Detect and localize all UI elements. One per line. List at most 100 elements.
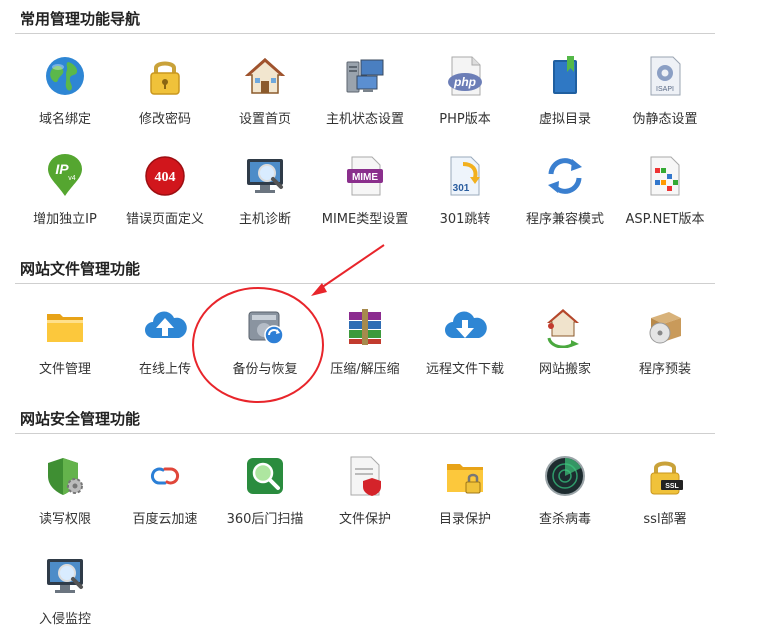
nav-item-online-upload[interactable]: 在线上传 (115, 296, 215, 386)
nav-item-backup-restore[interactable]: 备份与恢复 (215, 296, 315, 386)
padlock-icon (150, 61, 180, 95)
nav-item-preinstall[interactable]: 程序预装 (615, 296, 715, 386)
house-move-icon (547, 309, 579, 348)
scan-magnifier-icon (247, 458, 283, 494)
nav-item-aspnet-version[interactable]: ASP.NET版本 (615, 146, 715, 236)
nav-item-php-version[interactable]: php PHP版本 (415, 46, 515, 136)
archive-books-icon (349, 309, 381, 345)
nav-item-label: 网站搬家 (538, 362, 591, 377)
nav-item-site-move[interactable]: 网站搬家 (515, 296, 615, 386)
section-title-files: 网站文件管理功能 (20, 260, 141, 278)
nav-item-mime-types[interactable]: MIME MIME类型设置 (315, 146, 415, 236)
section-divider (15, 283, 715, 284)
nav-item-label: 设置首页 (238, 112, 291, 127)
nav-item-file-manager[interactable]: 文件管理 (15, 296, 115, 386)
aspnet-file-icon (650, 156, 680, 196)
monitor-magnifier-icon (247, 159, 283, 193)
shield-gear-icon (48, 458, 83, 495)
nav-item-file-protection[interactable]: 文件保护 (315, 446, 415, 536)
nav-item-label: 查杀病毒 (538, 512, 591, 527)
svg-text:301: 301 (453, 183, 470, 194)
svg-text:IP: IP (55, 161, 69, 177)
cloud-upload-icon (145, 311, 187, 338)
nav-item-label: 伪静态设置 (632, 112, 698, 127)
svg-text:ISAPI: ISAPI (656, 86, 674, 93)
nav-item-label: 备份与恢复 (232, 362, 298, 377)
globe-icon (46, 57, 84, 95)
redirect-301-icon: 301 (450, 156, 480, 196)
svg-text:MIME: MIME (352, 172, 378, 183)
nav-item-domain-binding[interactable]: 域名绑定 (15, 46, 115, 136)
folder-lock-icon (447, 464, 483, 494)
annotation-arrow-head (311, 283, 327, 296)
ssl-lock-icon: SSL (650, 461, 683, 495)
bookmark-book-icon (553, 56, 577, 94)
virus-radar-icon (545, 456, 585, 496)
nav-item-label: 主机诊断 (238, 212, 291, 227)
nav-item-label: 程序预装 (638, 362, 691, 377)
backup-drive-icon (248, 311, 284, 345)
nav-item-virus-scan[interactable]: 查杀病毒 (515, 446, 615, 536)
nav-item-remote-download[interactable]: 远程文件下载 (415, 296, 515, 386)
file-shield-icon (350, 456, 381, 496)
nav-item-label: 360后门扫描 (226, 512, 304, 527)
nav-item-compat-mode[interactable]: 程序兼容模式 (515, 146, 615, 236)
nav-item-label: 域名绑定 (38, 112, 91, 127)
nav-item-label: 远程文件下载 (425, 362, 504, 377)
nav-item-label: ASP.NET版本 (625, 212, 705, 227)
refresh-arrows-icon (548, 158, 582, 194)
nav-item-rw-permissions[interactable]: 读写权限 (15, 446, 115, 536)
nav-item-label: 读写权限 (38, 512, 91, 527)
svg-text:v4: v4 (68, 175, 76, 182)
nav-item-label: 错误页面定义 (125, 212, 204, 227)
nav-item-rewrite-settings[interactable]: ISAPI 伪静态设置 (615, 46, 715, 136)
section-divider (15, 33, 715, 34)
nav-item-label: MIME类型设置 (321, 212, 409, 227)
nav-item-baidu-cdn[interactable]: 百度云加速 (115, 446, 215, 536)
nav-item-compress[interactable]: 压缩/解压缩 (315, 296, 415, 386)
nav-item-host-status[interactable]: 主机状态设置 (315, 46, 415, 136)
nav-item-label: 文件管理 (38, 362, 91, 377)
svg-text:404: 404 (155, 170, 176, 185)
nav-item-intrusion-monitor[interactable]: 入侵监控 (15, 546, 115, 636)
section-title-common: 常用管理功能导航 (20, 10, 141, 28)
section-divider (15, 433, 715, 434)
nav-item-add-ip[interactable]: IP v4 增加独立IP (15, 146, 115, 236)
cloud-link-icon (150, 467, 180, 485)
server-computers-icon (346, 59, 384, 93)
nav-item-change-password[interactable]: 修改密码 (115, 46, 215, 136)
isapi-file-icon: ISAPI (650, 56, 681, 96)
package-disc-icon (649, 312, 681, 344)
nav-item-set-homepage[interactable]: 设置首页 (215, 46, 315, 136)
svg-text:php: php (453, 75, 476, 89)
nav-item-label: 虚拟目录 (538, 112, 591, 127)
mime-file-icon: MIME (347, 156, 383, 196)
error-404-icon: 404 (145, 156, 185, 196)
nav-item-label: PHP版本 (439, 112, 491, 127)
nav-item-301-redirect[interactable]: 301 301跳转 (415, 146, 515, 236)
nav-item-label: 目录保护 (438, 512, 491, 527)
nav-item-label: 压缩/解压缩 (330, 362, 400, 377)
house-icon (245, 57, 285, 94)
nav-item-dir-protection[interactable]: 目录保护 (415, 446, 515, 536)
nav-item-error-pages[interactable]: 404 错误页面定义 (115, 146, 215, 236)
section-title-security: 网站安全管理功能 (20, 410, 141, 428)
nav-item-virtual-directory[interactable]: 虚拟目录 (515, 46, 615, 136)
folder-icon (47, 314, 83, 342)
nav-item-host-diagnosis[interactable]: 主机诊断 (215, 146, 315, 236)
ipv4-pin-icon: IP v4 (48, 154, 82, 196)
nav-item-360-backdoor-scan[interactable]: 360后门扫描 (215, 446, 315, 536)
nav-item-label: 增加独立IP (33, 212, 97, 227)
nav-item-label: 主机状态设置 (325, 112, 404, 127)
monitor-magnifier-icon (47, 559, 83, 593)
nav-item-ssl-deploy[interactable]: SSL ssl部署 (615, 446, 715, 536)
nav-item-label: 程序兼容模式 (525, 212, 604, 227)
nav-item-label: 301跳转 (439, 212, 491, 227)
nav-item-label: ssl部署 (643, 512, 687, 527)
nav-item-label: 在线上传 (138, 362, 191, 377)
php-file-icon: php (448, 56, 482, 96)
nav-item-label: 文件保护 (338, 512, 391, 527)
cloud-download-icon (445, 311, 487, 338)
nav-item-label: 百度云加速 (132, 512, 198, 527)
svg-text:SSL: SSL (665, 483, 679, 490)
